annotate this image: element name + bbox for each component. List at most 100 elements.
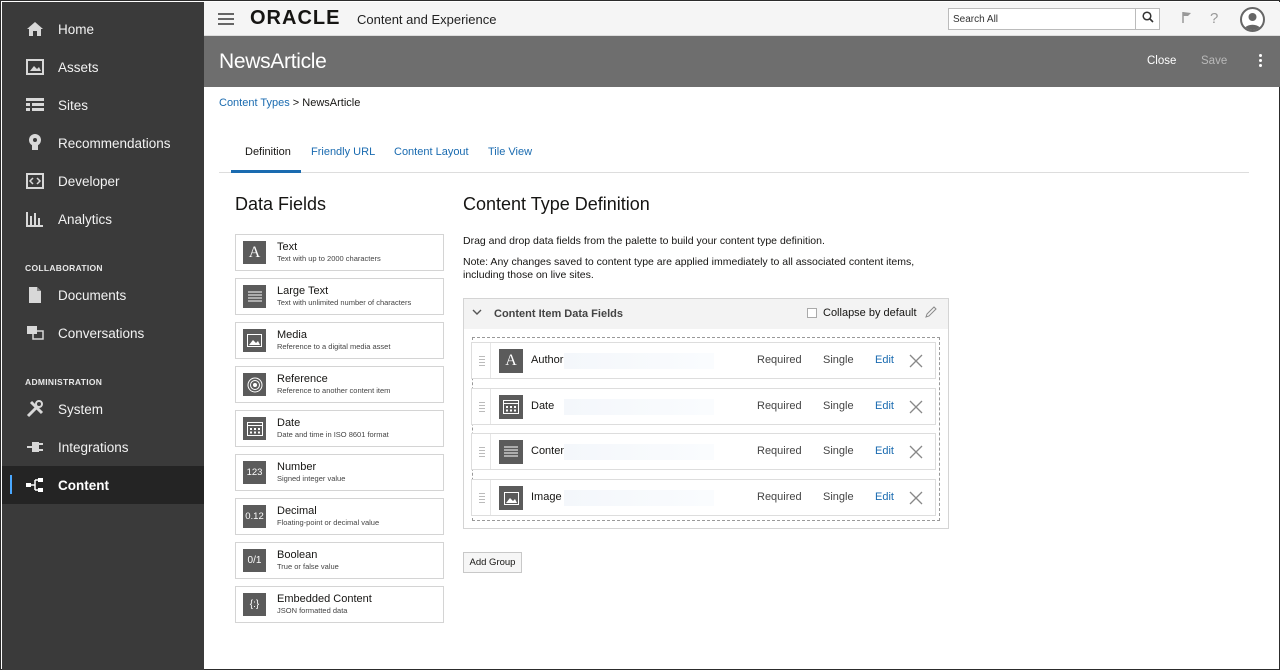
tab-bar: Definition Friendly URL Content Layout T… bbox=[219, 139, 1249, 173]
field-name-highlight bbox=[564, 444, 714, 460]
palette-item-name: Embedded Content bbox=[277, 593, 372, 605]
breadcrumb-content-types-link[interactable]: Content Types bbox=[219, 97, 290, 109]
sidebar-item-developer[interactable]: Developer bbox=[2, 162, 204, 200]
definition-heading: Content Type Definition bbox=[463, 194, 650, 214]
save-button[interactable]: Save bbox=[1201, 55, 1227, 67]
search-button[interactable] bbox=[1135, 8, 1160, 30]
sidebar-item-home[interactable]: Home bbox=[2, 10, 204, 48]
drag-handle-icon[interactable] bbox=[479, 402, 485, 414]
sidebar-item-label: Home bbox=[58, 21, 95, 37]
sidebar-item-label: Recommendations bbox=[58, 135, 171, 151]
field-row-author[interactable]: A Author Required Single Edit bbox=[471, 342, 936, 379]
boolean-icon: 0/1 bbox=[243, 549, 266, 572]
page-title: NewsArticle bbox=[219, 50, 327, 73]
edit-field-link[interactable]: Edit bbox=[875, 445, 894, 457]
add-group-button[interactable]: Add Group bbox=[463, 552, 522, 573]
lightbulb-icon bbox=[25, 133, 45, 153]
hamburger-menu-icon[interactable] bbox=[218, 13, 234, 25]
palette-item-large-text[interactable]: Large Text Text with unlimited number of… bbox=[235, 278, 444, 315]
list-icon bbox=[25, 95, 45, 115]
field-cardinality: Single bbox=[823, 400, 854, 412]
palette-item-embedded-content[interactable]: {:} Embedded Content JSON formatted data bbox=[235, 586, 444, 623]
tab-tile-view[interactable]: Tile View bbox=[488, 146, 532, 158]
close-icon[interactable] bbox=[909, 445, 923, 464]
sidebar-item-assets[interactable]: Assets bbox=[2, 48, 204, 86]
section-heading-administration: ADMINISTRATION bbox=[25, 377, 103, 387]
tab-content-layout[interactable]: Content Layout bbox=[394, 146, 469, 158]
group-name: Content Item Data Fields bbox=[494, 308, 623, 320]
palette-item-date[interactable]: Date Date and time in ISO 8601 format bbox=[235, 410, 444, 447]
sidebar-item-conversations[interactable]: Conversations bbox=[2, 314, 204, 352]
field-name: Author bbox=[531, 354, 564, 366]
collapse-by-default-label: Collapse by default bbox=[823, 307, 917, 319]
palette-item-boolean[interactable]: 0/1 Boolean True or false value bbox=[235, 542, 444, 579]
edit-field-link[interactable]: Edit bbox=[875, 400, 894, 412]
help-icon[interactable]: ? bbox=[1210, 10, 1218, 27]
code-icon bbox=[25, 171, 45, 191]
wrench-icon bbox=[25, 399, 45, 419]
large-text-icon bbox=[499, 440, 523, 464]
field-name: Date bbox=[531, 400, 555, 412]
drag-handle-icon[interactable] bbox=[479, 447, 485, 459]
sidebar-item-content[interactable]: Content bbox=[2, 466, 204, 504]
tab-definition[interactable]: Definition bbox=[245, 146, 291, 158]
flag-icon[interactable] bbox=[1181, 11, 1193, 27]
field-row-image[interactable]: Image Required Single Edit bbox=[471, 479, 936, 516]
breadcrumb-separator: > bbox=[292, 97, 300, 109]
sidebar-item-sites[interactable]: Sites bbox=[2, 86, 204, 124]
field-row-date[interactable]: Date Required Single Edit bbox=[471, 388, 936, 425]
sidebar-item-recommendations[interactable]: Recommendations bbox=[2, 124, 204, 162]
close-button[interactable]: Close bbox=[1147, 55, 1176, 67]
sidebar-item-label: Analytics bbox=[58, 211, 113, 227]
palette-item-desc: Text with up to 2000 characters bbox=[277, 254, 381, 263]
top-bar: ORACLE Content and Experience Search All… bbox=[204, 2, 1280, 36]
definition-instructions: Drag and drop data fields from the palet… bbox=[463, 235, 825, 247]
palette-item-name: Media bbox=[277, 329, 307, 341]
sidebar-item-label: Content bbox=[58, 477, 109, 493]
text-field-icon: A bbox=[499, 349, 523, 373]
close-icon[interactable] bbox=[909, 354, 923, 373]
image-icon bbox=[25, 57, 45, 77]
search-input[interactable]: Search All bbox=[948, 8, 1136, 30]
drag-handle-icon[interactable] bbox=[479, 493, 485, 505]
sidebar-item-integrations[interactable]: Integrations bbox=[2, 428, 204, 466]
avatar[interactable] bbox=[1240, 7, 1265, 32]
field-row-content[interactable]: Content Required Single Edit bbox=[471, 433, 936, 470]
sidebar-item-label: Conversations bbox=[58, 325, 145, 341]
sidebar-item-system[interactable]: System bbox=[2, 390, 204, 428]
close-icon[interactable] bbox=[909, 491, 923, 510]
edit-field-link[interactable]: Edit bbox=[875, 354, 894, 366]
media-icon bbox=[499, 486, 523, 510]
bar-chart-icon bbox=[25, 209, 45, 229]
field-required: Required bbox=[757, 445, 802, 457]
drag-handle-icon[interactable] bbox=[479, 356, 485, 368]
row-divider bbox=[490, 343, 491, 378]
palette-item-text[interactable]: A Text Text with up to 2000 characters bbox=[235, 234, 444, 271]
palette-item-media[interactable]: Media Reference to a digital media asset bbox=[235, 322, 444, 359]
collapse-by-default-checkbox[interactable] bbox=[807, 308, 817, 318]
sidebar-item-label: Integrations bbox=[58, 439, 129, 455]
home-icon bbox=[25, 19, 45, 39]
palette-item-desc: True or false value bbox=[277, 562, 339, 571]
palette-item-number[interactable]: 123 Number Signed integer value bbox=[235, 454, 444, 491]
palette-item-reference[interactable]: Reference Reference to another content i… bbox=[235, 366, 444, 403]
edit-field-link[interactable]: Edit bbox=[875, 491, 894, 503]
sidebar-item-analytics[interactable]: Analytics bbox=[2, 200, 204, 238]
close-icon[interactable] bbox=[909, 400, 923, 419]
sidebar: Home Assets Sites Recommendations Develo… bbox=[2, 2, 204, 670]
palette-item-name: Decimal bbox=[277, 505, 317, 517]
more-options-icon[interactable] bbox=[1259, 54, 1263, 69]
field-required: Required bbox=[757, 400, 802, 412]
palette-item-desc: Text with unlimited number of characters bbox=[277, 298, 412, 307]
json-icon: {:} bbox=[243, 593, 266, 616]
chevron-down-icon[interactable] bbox=[472, 307, 482, 319]
tab-friendly-url[interactable]: Friendly URL bbox=[311, 146, 375, 158]
field-required: Required bbox=[757, 354, 802, 366]
row-divider bbox=[490, 434, 491, 469]
sidebar-item-documents[interactable]: Documents bbox=[2, 276, 204, 314]
definition-note-line-2: including those on live sites. bbox=[463, 269, 594, 281]
oracle-logo: ORACLE bbox=[250, 7, 341, 29]
pencil-icon[interactable] bbox=[924, 306, 937, 324]
palette-item-decimal[interactable]: 0.12 Decimal Floating-point or decimal v… bbox=[235, 498, 444, 535]
group-header: Content Item Data Fields Collapse by def… bbox=[464, 299, 948, 329]
